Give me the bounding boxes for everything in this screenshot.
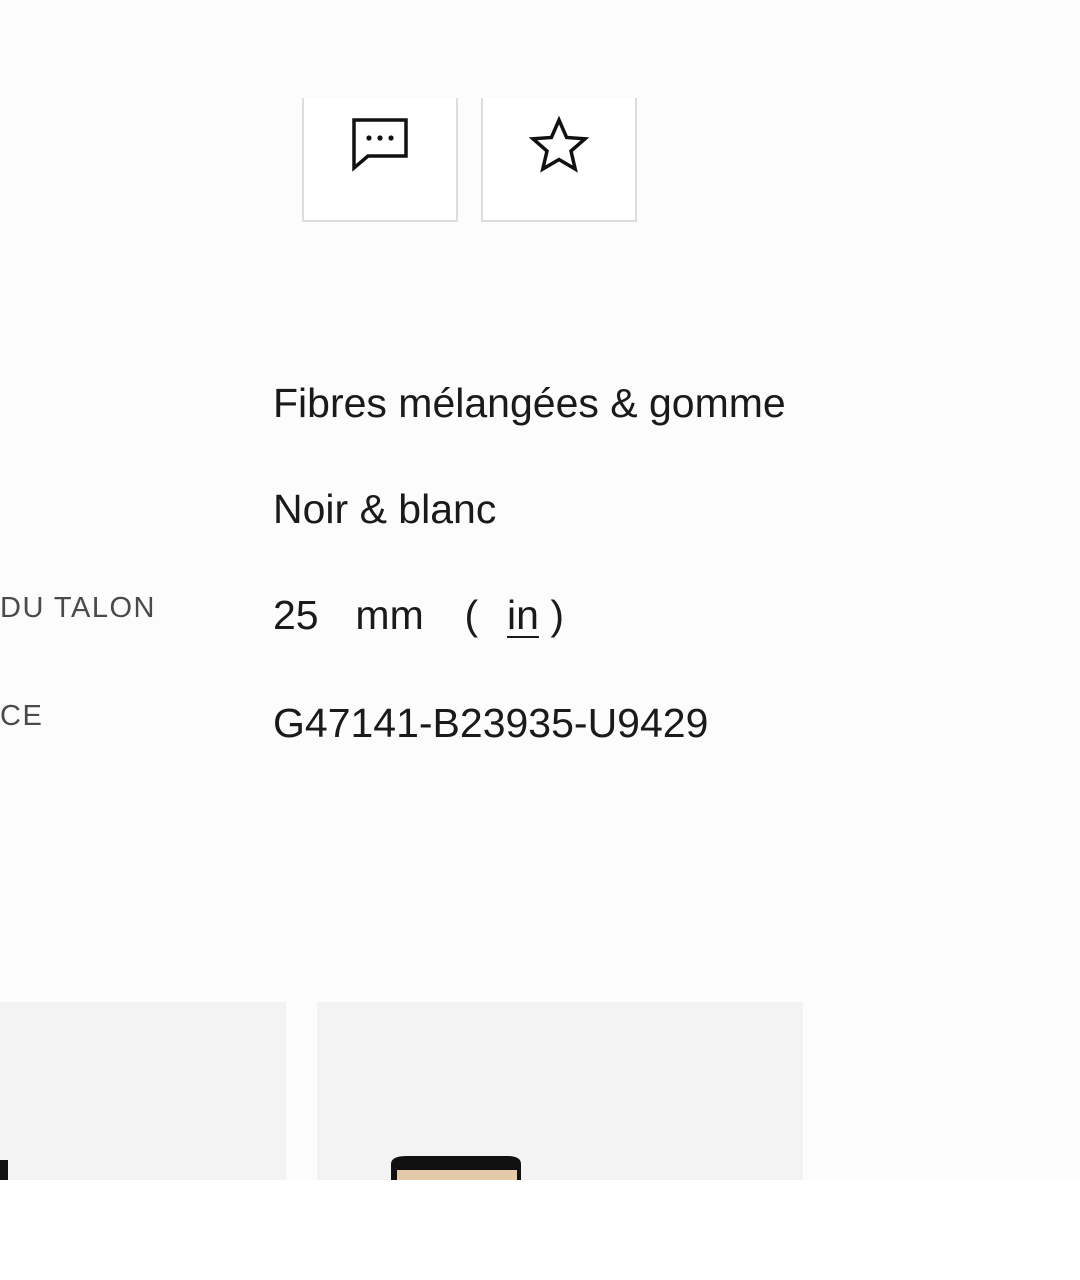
heel-height-number: 25: [273, 592, 319, 638]
product-details-page: Fibres mélangées & gomme Noir & blanc DU…: [0, 0, 1080, 1280]
chat-bubble-icon: [352, 118, 408, 172]
reference-label: CE: [0, 700, 44, 732]
unit-close-paren: ): [550, 592, 564, 638]
color-value: Noir & blanc: [273, 486, 497, 532]
page-bottom-background: [0, 1180, 1080, 1280]
product-card[interactable]: [317, 1002, 803, 1180]
product-image: [0, 1160, 8, 1180]
product-card[interactable]: [0, 1002, 286, 1180]
unit-open-paren: (: [464, 592, 479, 638]
contact-button[interactable]: [302, 98, 458, 222]
reference-value: G47141-B23935-U9429: [273, 700, 709, 746]
star-icon: [528, 115, 590, 173]
product-image: [391, 1156, 521, 1180]
heel-height-unit: mm: [355, 592, 424, 638]
material-value: Fibres mélangées & gomme: [273, 380, 786, 426]
heel-height-label: DU TALON: [0, 592, 156, 624]
heel-height-value: 25 mm ( in ): [273, 592, 564, 639]
wishlist-button[interactable]: [481, 98, 637, 222]
unit-toggle-link[interactable]: in: [507, 592, 539, 638]
